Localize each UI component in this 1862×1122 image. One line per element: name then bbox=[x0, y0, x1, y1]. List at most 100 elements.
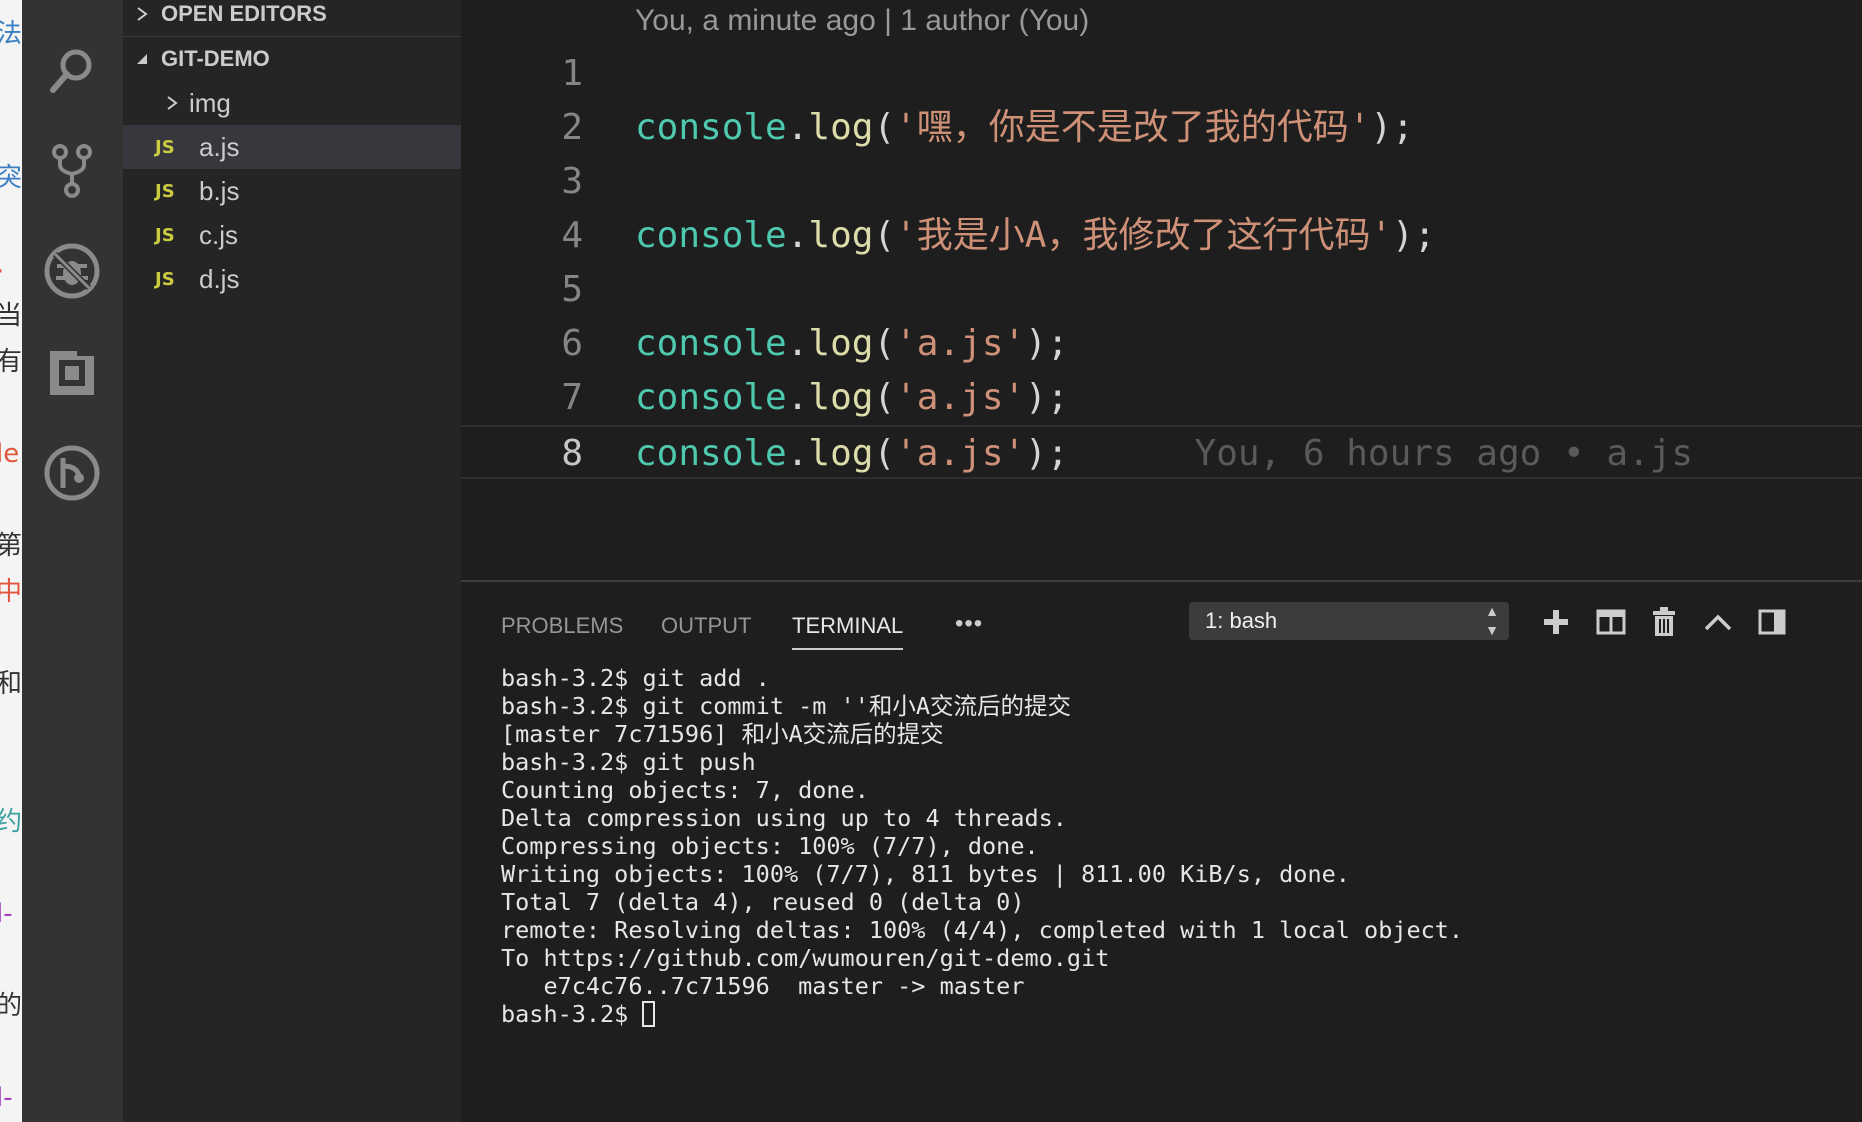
terminal-line: Counting objects: 7, done. bbox=[501, 776, 869, 804]
code-line[interactable]: 3 bbox=[461, 155, 1862, 209]
code-line-current[interactable]: 8 console.log('a.js'); You, 6 hours ago •… bbox=[461, 425, 1862, 479]
tab-output[interactable]: OUTPUT bbox=[661, 604, 751, 648]
token-object: console bbox=[635, 433, 787, 474]
chevron-right-icon bbox=[123, 6, 161, 22]
tab-terminal[interactable]: TERMINAL bbox=[792, 604, 904, 650]
tree-item-a-js[interactable]: JS a.js bbox=[123, 125, 461, 169]
bg-char: 法 bbox=[0, 19, 22, 49]
token-method: log bbox=[808, 323, 874, 364]
code-text: console.log('a.js'); bbox=[635, 317, 1069, 371]
folder-header[interactable]: GIT-DEMO bbox=[123, 36, 461, 81]
token-method: log bbox=[808, 215, 874, 256]
chevron-up-icon[interactable] bbox=[1698, 602, 1738, 642]
token-string: '嘿，你是不是改了我的代码' bbox=[895, 107, 1371, 148]
tree-item-d-js[interactable]: JS d.js bbox=[123, 257, 461, 301]
terminal-line: Total 7 (delta 4), reused 0 (delta 0) bbox=[501, 888, 1025, 916]
line-number: 2 bbox=[561, 107, 583, 148]
code-line[interactable]: 5 bbox=[461, 263, 1862, 317]
explorer-sidebar: OPEN EDITORS GIT-DEMO img JS a.js JS b.j… bbox=[123, 0, 461, 1122]
token-string: '我是小A，我修改了这行代码' bbox=[895, 215, 1393, 256]
open-editors-header[interactable]: OPEN EDITORS bbox=[123, 0, 461, 36]
debug-icon[interactable] bbox=[39, 238, 105, 304]
blame-annotation: You, 6 hours ago • a.js bbox=[1194, 433, 1694, 474]
line-number: 1 bbox=[561, 53, 583, 94]
token-method: log bbox=[808, 377, 874, 418]
line-number: 4 bbox=[561, 215, 583, 256]
token-object: console bbox=[635, 323, 787, 364]
bg-char: 突 bbox=[0, 163, 22, 193]
bg-char: 约 bbox=[0, 807, 22, 837]
terminal-line: Delta compression using up to 4 threads. bbox=[501, 804, 1067, 832]
token-paren-open: ( bbox=[873, 377, 896, 418]
terminal-line: [master 7c71596] 和小A交流后的提交 bbox=[501, 720, 944, 748]
token-paren-close: ); bbox=[1025, 433, 1069, 474]
codelens-authors[interactable]: You, a minute ago | 1 author (You) bbox=[635, 0, 1089, 42]
panel-layout-icon[interactable] bbox=[1752, 602, 1792, 642]
tree-item-c-js[interactable]: JS c.js bbox=[123, 213, 461, 257]
token-dot: . bbox=[786, 433, 809, 474]
bg-char: 第 bbox=[0, 531, 22, 561]
open-editors-label: OPEN EDITORS bbox=[161, 1, 327, 26]
tree-item-label: c.js bbox=[199, 219, 238, 250]
tree-item-b-js[interactable]: JS b.js bbox=[123, 169, 461, 213]
token-paren-open: ( bbox=[873, 215, 896, 256]
chevron-down-icon bbox=[123, 52, 161, 66]
js-file-icon: JS bbox=[155, 268, 175, 290]
token-string: 'a.js' bbox=[895, 323, 1026, 364]
bg-char: l- bbox=[0, 1083, 13, 1113]
source-control-icon[interactable] bbox=[39, 138, 105, 204]
bg-char: · bbox=[0, 258, 4, 286]
tree-item-label: b.js bbox=[199, 175, 240, 206]
code-editor[interactable]: You, a minute ago | 1 author (You) 1 2 c… bbox=[461, 0, 1862, 580]
terminal-select-value: 1: bash bbox=[1205, 608, 1278, 633]
token-paren-open: ( bbox=[873, 107, 896, 148]
bg-char: l- bbox=[0, 899, 13, 929]
tab-problems[interactable]: PROBLEMS bbox=[501, 604, 623, 648]
token-method: log bbox=[808, 107, 874, 148]
search-icon[interactable] bbox=[39, 38, 105, 104]
code-text: console.log('我是小A，我修改了这行代码'); bbox=[635, 209, 1436, 263]
code-text: console.log('a.js'); bbox=[635, 371, 1069, 425]
token-object: console bbox=[635, 377, 787, 418]
tree-item-label: img bbox=[189, 87, 231, 118]
terminal-select[interactable]: 1: bash ▲ ▼ bbox=[1189, 602, 1509, 640]
terminal-line: bash-3.2$ git push bbox=[501, 748, 756, 776]
background-window-edge: 法 突 · 当 有 le 第 中 和 约 l- 的 l- bbox=[0, 0, 22, 1122]
code-line[interactable]: 7 console.log('a.js'); bbox=[461, 371, 1862, 425]
token-dot: . bbox=[786, 377, 809, 418]
plus-icon[interactable] bbox=[1536, 602, 1576, 642]
tree-item-label: a.js bbox=[199, 131, 240, 162]
code-line[interactable]: 1 bbox=[461, 47, 1862, 101]
terminal-line: bash-3.2$ git add . bbox=[501, 664, 770, 692]
js-file-icon: JS bbox=[155, 136, 175, 158]
tree-item-img[interactable]: img bbox=[123, 81, 461, 125]
split-icon[interactable] bbox=[1591, 602, 1631, 642]
token-paren-open: ( bbox=[873, 433, 896, 474]
terminal-prompt: bash-3.2$ bbox=[501, 1000, 643, 1028]
bg-char: 和 bbox=[0, 669, 22, 699]
code-line[interactable]: 6 console.log('a.js'); bbox=[461, 317, 1862, 371]
bg-char: 的 bbox=[0, 991, 22, 1021]
js-file-icon: JS bbox=[155, 180, 175, 202]
extensions-icon[interactable] bbox=[39, 340, 105, 406]
token-dot: . bbox=[786, 215, 809, 256]
gitlens-icon[interactable] bbox=[39, 440, 105, 506]
folder-label: GIT-DEMO bbox=[161, 46, 270, 71]
terminal-line: e7c4c76..7c71596 master -> master bbox=[501, 972, 1025, 1000]
terminal-line: Compressing objects: 100% (7/7), done. bbox=[501, 832, 1039, 860]
token-paren-close: ); bbox=[1025, 377, 1069, 418]
code-line[interactable]: 2 console.log('嘿，你是不是改了我的代码'); bbox=[461, 101, 1862, 155]
trash-icon[interactable] bbox=[1644, 602, 1684, 642]
more-actions-button[interactable]: ••• bbox=[955, 604, 983, 648]
line-number: 8 bbox=[561, 433, 583, 474]
terminal-prompt-line[interactable]: bash-3.2$ bbox=[501, 1000, 1862, 1028]
token-paren-close: ); bbox=[1392, 215, 1436, 256]
code-line[interactable]: 4 console.log('我是小A，我修改了这行代码'); bbox=[461, 209, 1862, 263]
terminal-line: remote: Resolving deltas: 100% (4/4), co… bbox=[501, 916, 1464, 944]
activity-bar bbox=[22, 0, 123, 1122]
token-object: console bbox=[635, 215, 787, 256]
token-object: console bbox=[635, 107, 787, 148]
terminal-cursor bbox=[642, 1001, 656, 1027]
code-text: console.log('嘿，你是不是改了我的代码'); bbox=[635, 101, 1414, 155]
terminal-output[interactable]: bash-3.2$ git add . bash-3.2$ git commit … bbox=[501, 664, 1862, 1028]
